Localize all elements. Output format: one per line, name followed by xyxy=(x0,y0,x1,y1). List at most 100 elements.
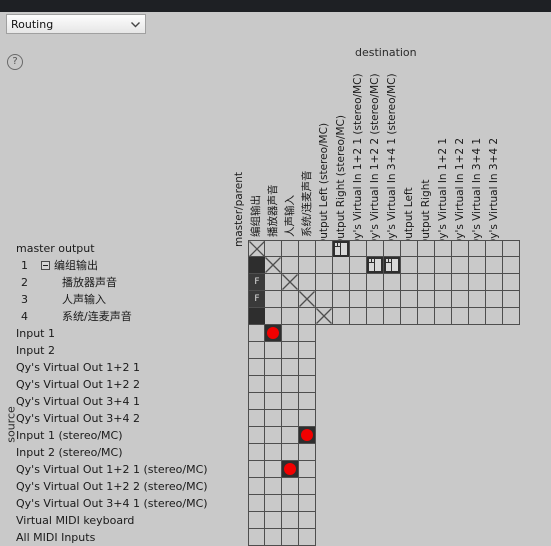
matrix-cell[interactable] xyxy=(282,495,299,512)
matrix-cell[interactable] xyxy=(299,325,316,342)
matrix-cell[interactable] xyxy=(401,291,418,308)
matrix-cell[interactable] xyxy=(486,257,503,274)
matrix-cell[interactable] xyxy=(299,495,316,512)
row-label[interactable]: 3 人声输入 xyxy=(0,291,246,308)
matrix-cell[interactable] xyxy=(248,461,265,478)
matrix-cell[interactable] xyxy=(350,240,367,257)
matrix-cell[interactable] xyxy=(435,308,452,325)
matrix-cell[interactable] xyxy=(282,512,299,529)
matrix-cell[interactable] xyxy=(384,257,401,274)
matrix-cell[interactable] xyxy=(299,393,316,410)
matrix-cell[interactable] xyxy=(503,274,520,291)
matrix-cell[interactable] xyxy=(299,410,316,427)
mode-select[interactable]: Routing xyxy=(6,14,146,34)
matrix-cell[interactable] xyxy=(299,240,316,257)
matrix-cell[interactable] xyxy=(367,291,384,308)
matrix-cell[interactable] xyxy=(265,393,282,410)
row-label[interactable]: Qy's Virtual Out 1+2 1 (stereo/MC) xyxy=(0,461,246,478)
matrix-cell[interactable]: F xyxy=(248,291,265,308)
matrix-cell[interactable] xyxy=(384,308,401,325)
row-label[interactable]: Input 2 xyxy=(0,342,246,359)
matrix-cell[interactable] xyxy=(367,274,384,291)
row-label[interactable]: Virtual MIDI keyboard xyxy=(0,512,246,529)
matrix-cell[interactable] xyxy=(248,393,265,410)
matrix-cell[interactable] xyxy=(265,461,282,478)
matrix-cell[interactable] xyxy=(248,325,265,342)
matrix-cell[interactable] xyxy=(299,359,316,376)
matrix-cell[interactable] xyxy=(333,291,350,308)
matrix-cell[interactable] xyxy=(452,308,469,325)
matrix-cell[interactable] xyxy=(333,240,350,257)
matrix-cell[interactable] xyxy=(299,342,316,359)
row-label[interactable]: 4 系统/连麦声音 xyxy=(0,308,246,325)
matrix-cell[interactable] xyxy=(452,291,469,308)
row-label[interactable]: Input 1 xyxy=(0,325,246,342)
matrix-cell[interactable] xyxy=(282,529,299,546)
matrix-cell[interactable] xyxy=(248,359,265,376)
row-label[interactable]: Qy's Virtual Out 1+2 2 xyxy=(0,376,246,393)
matrix-cell[interactable] xyxy=(282,291,299,308)
matrix-cell[interactable] xyxy=(503,308,520,325)
matrix-cell[interactable] xyxy=(469,257,486,274)
matrix-cell[interactable] xyxy=(418,240,435,257)
matrix-cell[interactable] xyxy=(469,240,486,257)
matrix-cell[interactable] xyxy=(435,257,452,274)
matrix-cell[interactable] xyxy=(248,308,265,325)
row-label[interactable]: Qy's Virtual Out 1+2 1 xyxy=(0,359,246,376)
matrix-cell[interactable] xyxy=(265,427,282,444)
matrix-cell[interactable] xyxy=(248,444,265,461)
matrix-cell[interactable] xyxy=(486,308,503,325)
row-label[interactable]: 2 播放器声音 xyxy=(0,274,246,291)
matrix-cell[interactable] xyxy=(452,274,469,291)
matrix-cell[interactable] xyxy=(435,240,452,257)
matrix-cell[interactable] xyxy=(265,342,282,359)
matrix-cell[interactable] xyxy=(299,478,316,495)
matrix-cell[interactable] xyxy=(265,240,282,257)
row-label[interactable]: Qy's Virtual Out 3+4 1 xyxy=(0,393,246,410)
matrix-cell[interactable] xyxy=(418,308,435,325)
matrix-cell[interactable] xyxy=(469,291,486,308)
matrix-cell[interactable] xyxy=(299,291,316,308)
matrix-cell[interactable] xyxy=(333,274,350,291)
matrix-cell[interactable] xyxy=(401,274,418,291)
matrix-cell[interactable] xyxy=(469,274,486,291)
matrix-cell[interactable] xyxy=(350,308,367,325)
matrix-cell[interactable] xyxy=(282,461,299,478)
matrix-cell[interactable] xyxy=(282,444,299,461)
matrix-cell[interactable] xyxy=(282,274,299,291)
matrix-cell[interactable] xyxy=(503,291,520,308)
matrix-cell[interactable] xyxy=(282,393,299,410)
matrix-cell[interactable] xyxy=(282,342,299,359)
matrix-cell[interactable] xyxy=(486,274,503,291)
row-label[interactable]: Qy's Virtual Out 1+2 2 (stereo/MC) xyxy=(0,478,246,495)
matrix-cell[interactable] xyxy=(401,240,418,257)
matrix-cell[interactable] xyxy=(248,376,265,393)
matrix-cell[interactable] xyxy=(282,257,299,274)
matrix-cell[interactable] xyxy=(503,257,520,274)
help-icon[interactable]: ? xyxy=(7,54,23,70)
matrix-cell[interactable] xyxy=(316,291,333,308)
matrix-cell[interactable] xyxy=(299,274,316,291)
matrix-cell[interactable] xyxy=(435,274,452,291)
matrix-cell[interactable] xyxy=(452,240,469,257)
row-label[interactable]: Qy's Virtual Out 3+4 2 xyxy=(0,410,246,427)
matrix-cell[interactable] xyxy=(350,257,367,274)
matrix-cell[interactable] xyxy=(282,325,299,342)
matrix-cell[interactable] xyxy=(350,274,367,291)
row-expander-toggle[interactable] xyxy=(41,261,50,270)
matrix-cell[interactable] xyxy=(248,495,265,512)
matrix-cell[interactable] xyxy=(248,240,265,257)
matrix-cell[interactable] xyxy=(401,257,418,274)
row-label[interactable]: Input 2 (stereo/MC) xyxy=(0,444,246,461)
matrix-cell[interactable] xyxy=(265,274,282,291)
matrix-cell[interactable] xyxy=(265,325,282,342)
matrix-cell[interactable] xyxy=(299,529,316,546)
matrix-cell[interactable] xyxy=(265,308,282,325)
matrix-cell[interactable] xyxy=(469,308,486,325)
matrix-cell[interactable] xyxy=(248,478,265,495)
matrix-cell[interactable] xyxy=(299,444,316,461)
matrix-cell[interactable] xyxy=(299,376,316,393)
matrix-cell[interactable] xyxy=(316,240,333,257)
matrix-cell[interactable] xyxy=(265,257,282,274)
matrix-cell[interactable] xyxy=(503,240,520,257)
